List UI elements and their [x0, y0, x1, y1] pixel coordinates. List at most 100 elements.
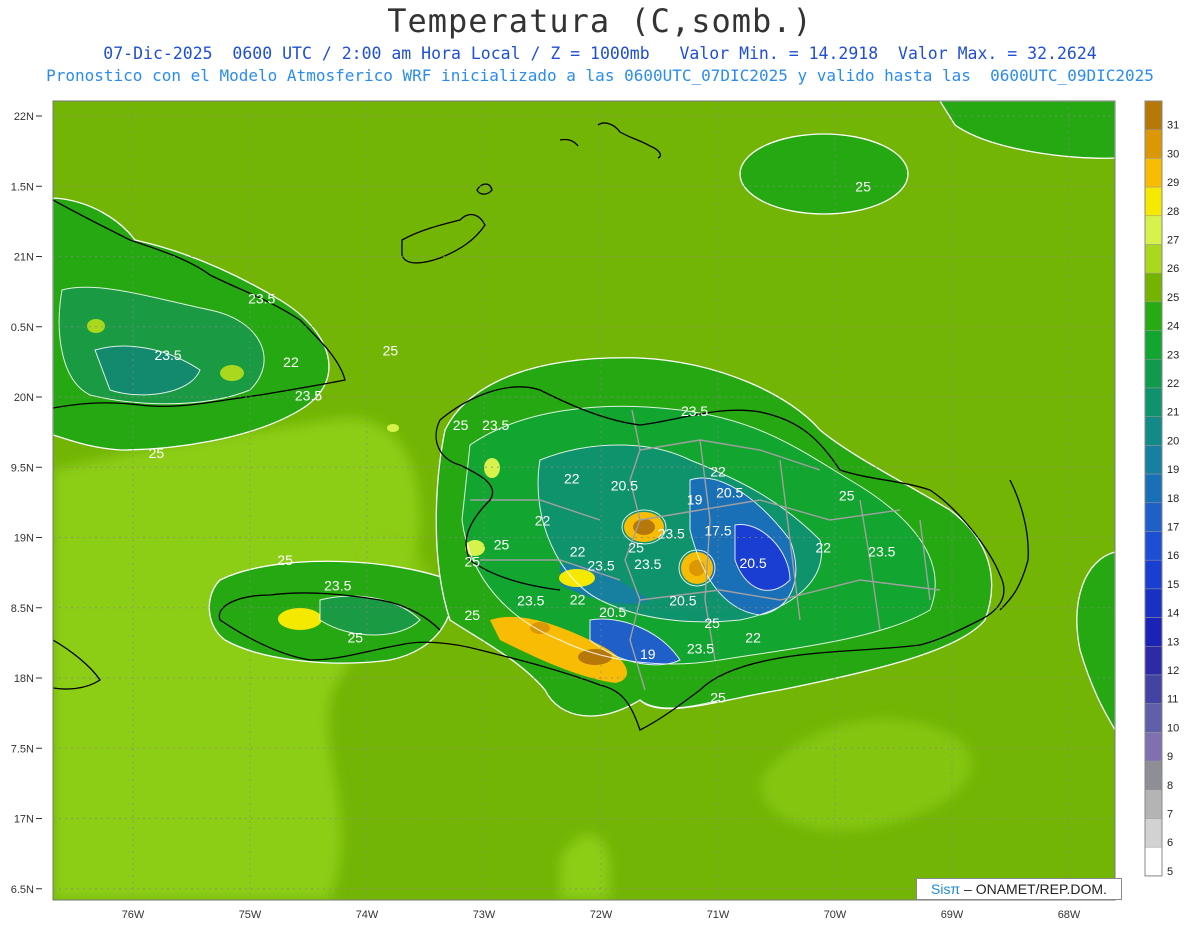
- colorbar-swatch: [1144, 416, 1163, 446]
- contour-label: 25: [149, 445, 165, 461]
- colorbar-label: 14: [1167, 608, 1179, 620]
- colorbar-swatch: [1144, 387, 1163, 417]
- colorbar-swatch: [1144, 617, 1163, 647]
- colorbar-label: 23: [1167, 349, 1179, 361]
- temperature-map: 2523.523.5 2223.5252525 23.523.522 20.51922…: [11, 100, 1179, 921]
- contour-label: 25: [453, 417, 469, 433]
- contour-label: 17.5: [704, 522, 731, 538]
- lat-tick-label: 6.5N: [11, 884, 34, 896]
- lon-tick-label: 74W: [356, 909, 379, 921]
- contour-label: 20.5: [739, 555, 766, 571]
- colorbar-label: 13: [1167, 636, 1179, 648]
- lon-tick-label: 71W: [707, 909, 730, 921]
- contour-label: 23.5: [482, 417, 509, 433]
- credit-box: Sisπ – ONAMET/REP.DOM.: [916, 878, 1122, 900]
- warm-spot-cuba-1: [87, 319, 105, 333]
- sispi-logo-text: Sisπ: [931, 881, 961, 897]
- colorbar-label: 6: [1167, 837, 1173, 849]
- contour-label: 25: [839, 487, 855, 503]
- contour-label: 25: [628, 539, 644, 555]
- colorbar-swatch: [1144, 158, 1163, 188]
- colorbar-swatch: [1144, 359, 1163, 389]
- colorbar-label: 28: [1167, 206, 1179, 218]
- contour-label: 19: [640, 646, 656, 662]
- colorbar-label: 19: [1167, 464, 1179, 476]
- contour-label: 23.5: [587, 558, 614, 574]
- colorbar-swatch: [1144, 732, 1163, 762]
- colorbar-label: 7: [1167, 809, 1173, 821]
- lon-tick-label: 72W: [590, 909, 613, 921]
- contour-label: 23.5: [295, 388, 322, 404]
- lat-tick-label: 22N: [14, 111, 34, 123]
- warm-spot-cibao-2-core: [689, 560, 705, 576]
- contour-label: 25: [465, 607, 481, 623]
- lat-tick-label: 1.5N: [11, 181, 34, 193]
- colorbar-label: 8: [1167, 780, 1173, 792]
- contour-label: 25: [383, 343, 399, 359]
- colorbar-swatch: [1144, 703, 1163, 733]
- contour-label: 20.5: [611, 478, 638, 494]
- colorbar-label: 16: [1167, 550, 1179, 562]
- contour-label: 23.5: [868, 544, 895, 560]
- colorbar-swatch: [1144, 588, 1163, 618]
- colorbar-swatch: [1144, 559, 1163, 590]
- colorbar-swatch: [1144, 818, 1163, 848]
- colorbar-swatch: [1144, 846, 1163, 877]
- colorbar-label: 18: [1167, 493, 1179, 505]
- contour-label: 20.5: [669, 593, 696, 609]
- colorbar-swatch: [1144, 789, 1163, 819]
- contour-label: 25: [465, 553, 481, 569]
- warm-spot-cuba-2: [220, 365, 244, 381]
- colorbar-label: 12: [1167, 665, 1179, 677]
- lon-tick-label: 73W: [473, 909, 496, 921]
- colorbar-label: 29: [1167, 177, 1179, 189]
- colorbar-swatch: [1144, 301, 1163, 331]
- colorbar-swatch: [1144, 445, 1163, 475]
- lon-tick-label: 68W: [1058, 909, 1081, 921]
- colorbar-label: 17: [1167, 522, 1179, 534]
- contour-label: 22: [745, 629, 761, 645]
- warm-spot-cul-de-sac-2: [530, 622, 550, 634]
- contour-label: 23.5: [154, 347, 181, 363]
- lon-tick-label: 75W: [239, 909, 262, 921]
- lon-tick-label: 69W: [941, 909, 964, 921]
- colorbar-swatch: [1144, 244, 1163, 274]
- colorbar-swatch: [1144, 100, 1163, 130]
- contour-label: 22: [535, 513, 551, 529]
- lat-tick-label: 18N: [14, 673, 34, 685]
- colorbar-label: 27: [1167, 235, 1179, 247]
- lat-tick-label: 17N: [14, 814, 34, 826]
- colorbar-label: 11: [1167, 694, 1178, 706]
- warm-area-bahamas: [739, 133, 909, 215]
- contour-label: 22: [816, 539, 832, 555]
- contour-label: 22: [570, 591, 586, 607]
- colorbar-swatch: [1144, 272, 1163, 303]
- colorbar-swatch: [1144, 473, 1163, 504]
- colorbar-label: 15: [1167, 579, 1179, 591]
- colorbar-swatch: [1144, 129, 1163, 159]
- contour-label: 22: [283, 354, 299, 370]
- contour-label: 23.5: [687, 640, 714, 656]
- contour-label: 23.5: [634, 556, 661, 572]
- colorbar-swatch: [1144, 760, 1163, 791]
- colorbar-swatch: [1144, 330, 1163, 360]
- contour-label: 23.5: [248, 291, 275, 307]
- credit-org: – ONAMET/REP.DOM.: [960, 881, 1107, 897]
- longitude-axis: 76W 75W 74W 73W 72W 71W 70W 69W 68W: [122, 909, 1081, 921]
- colorbar-label: 9: [1167, 751, 1173, 763]
- colorbar-swatch: [1144, 646, 1163, 676]
- contour-label: 23.5: [517, 593, 544, 609]
- lat-tick-label: 21N: [14, 252, 34, 264]
- lat-tick-label: 9.5N: [11, 462, 34, 474]
- colorbar-label: 22: [1167, 378, 1179, 390]
- contour-label: 20.5: [716, 485, 743, 501]
- contour-label: 25: [494, 537, 510, 553]
- colorbar-label: 21: [1167, 407, 1179, 419]
- lon-tick-label: 70W: [824, 909, 847, 921]
- contour-label: 25: [348, 629, 364, 645]
- contour-label: 20.5: [599, 604, 626, 620]
- contour-label: 25: [277, 552, 293, 568]
- colorbar-swatch: [1144, 502, 1163, 532]
- contour-label: 22: [570, 544, 586, 560]
- latitude-axis: 22N 1.5N 21N 0.5N 20N 9.5N 19N 8.5N 18N 7.5N 17N 6.…: [11, 111, 42, 896]
